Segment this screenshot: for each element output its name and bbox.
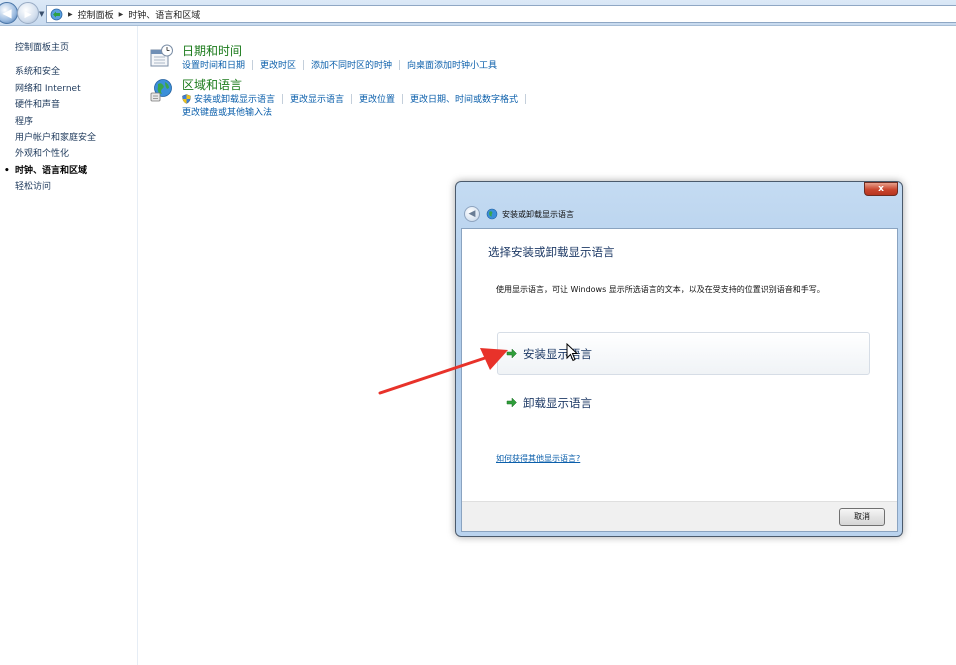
calendar-clock-icon	[150, 44, 173, 67]
sidebar-item-network-internet[interactable]: 网络和 Internet	[0, 81, 137, 97]
sidebar-item-system-security[interactable]: 系统和安全	[0, 64, 137, 80]
address-toolbar: ◀ ▶ ▼ ▶ 控制面板 ▶ 时钟、语言和区域	[0, 0, 956, 26]
mouse-cursor-icon	[566, 343, 578, 362]
back-button[interactable]: ◀	[0, 2, 18, 24]
link-divider	[303, 59, 305, 70]
link-change-formats[interactable]: 更改日期、时间或数字格式	[410, 92, 518, 105]
chevron-down-icon: ▼	[39, 10, 45, 18]
address-field[interactable]: ▶ 控制面板 ▶ 时钟、语言和区域	[46, 5, 956, 23]
breadcrumb-separator-icon: ▶	[118, 10, 124, 18]
link-divider	[525, 93, 527, 104]
region-language-links: 安装或卸载显示语言 更改显示语言 更改位置 更改日期、时间或数字格式	[182, 92, 533, 105]
dialog-heading: 选择安装或卸载显示语言	[488, 245, 615, 259]
sidebar-item-ease-of-access[interactable]: 轻松访问	[0, 179, 137, 195]
link-set-time-date[interactable]: 设置时间和日期	[182, 58, 245, 71]
forward-arrow-icon: ▶	[24, 10, 32, 20]
dialog-title: 安装或卸载显示语言	[502, 210, 574, 219]
sidebar: 控制面板主页 系统和安全 网络和 Internet 硬件和声音 程序 用户帐户和…	[0, 26, 138, 665]
uninstall-language-label: 卸载显示语言	[523, 395, 592, 410]
install-language-label: 安装显示语言	[523, 346, 592, 361]
link-change-timezone[interactable]: 更改时区	[260, 58, 296, 71]
back-arrow-icon: ◀	[468, 209, 476, 219]
link-divider	[402, 93, 404, 104]
install-language-option[interactable]: 安装显示语言	[497, 332, 870, 375]
breadcrumb-clock-language-region[interactable]: 时钟、语言和区域	[128, 8, 200, 21]
sidebar-item-appearance[interactable]: 外观和个性化	[0, 146, 137, 162]
dialog-footer: 取消	[462, 501, 897, 531]
breadcrumb-separator-icon: ▶	[68, 10, 73, 18]
link-change-keyboard[interactable]: 更改键盘或其他输入法	[182, 105, 272, 118]
dialog-description: 使用显示语言，可让 Windows 显示所选语言的文本，以及在受支持的位置识别语…	[496, 285, 825, 294]
region-language-title[interactable]: 区域和语言	[182, 76, 242, 93]
link-change-display-language[interactable]: 更改显示语言	[290, 92, 344, 105]
link-add-clocks[interactable]: 添加不同时区的时钟	[311, 58, 392, 71]
sidebar-item-clock-language-region[interactable]: 时钟、语言和区域	[0, 163, 137, 180]
link-add-clock-gadget[interactable]: 向桌面添加时钟小工具	[407, 58, 497, 71]
help-link[interactable]: 如何获得其他显示语言?	[496, 453, 580, 464]
sidebar-item-hardware-sound[interactable]: 硬件和声音	[0, 97, 137, 113]
sidebar-item-programs[interactable]: 程序	[0, 114, 137, 130]
forward-button[interactable]: ▶	[17, 2, 39, 24]
close-button[interactable]: x	[864, 182, 898, 196]
breadcrumb-control-panel[interactable]: 控制面板	[78, 8, 114, 21]
cancel-button[interactable]: 取消	[839, 508, 885, 526]
uac-shield-icon	[182, 93, 191, 104]
back-arrow-icon: ◀	[2, 6, 12, 20]
link-divider	[282, 93, 284, 104]
dialog-back-button[interactable]: ◀	[464, 206, 480, 222]
date-time-links: 设置时间和日期 更改时区 添加不同时区的时钟 向桌面添加时钟小工具	[182, 58, 497, 71]
sidebar-home-link[interactable]: 控制面板主页	[0, 40, 137, 56]
link-divider	[399, 59, 401, 70]
globe-icon	[150, 79, 172, 102]
link-change-location[interactable]: 更改位置	[359, 92, 395, 105]
close-icon: x	[878, 184, 884, 194]
recent-pages-dropdown[interactable]: ▼	[39, 10, 44, 18]
date-time-title[interactable]: 日期和时间	[182, 42, 242, 59]
sidebar-item-user-accounts[interactable]: 用户帐户和家庭安全	[0, 130, 137, 146]
link-install-uninstall-language[interactable]: 安装或卸载显示语言	[194, 92, 275, 105]
globe-icon	[486, 208, 498, 220]
uninstall-language-option[interactable]: 卸载显示语言	[497, 381, 870, 424]
control-panel-icon	[50, 8, 63, 20]
link-divider	[252, 59, 254, 70]
link-divider	[351, 93, 353, 104]
annotation-arrow-icon	[378, 348, 508, 395]
